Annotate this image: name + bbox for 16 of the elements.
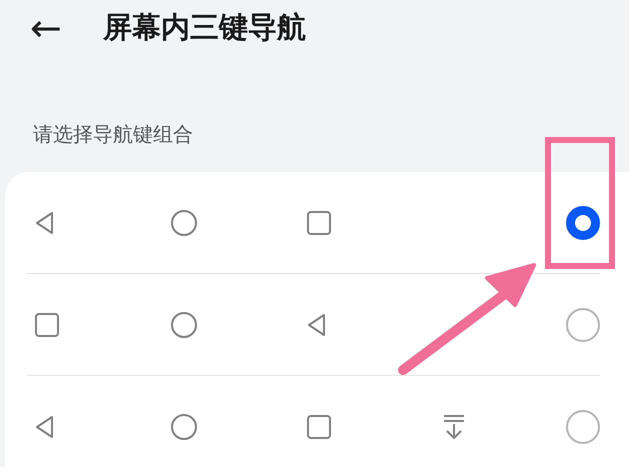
radio-button[interactable] — [566, 410, 600, 444]
home-key-icon — [170, 209, 198, 237]
hide-key-icon — [442, 414, 466, 440]
recent-key-icon — [34, 312, 60, 338]
back-button[interactable]: ← — [30, 9, 103, 47]
section-label: 请选择导航键组合 — [33, 121, 194, 147]
back-key-icon — [34, 414, 56, 440]
back-key-icon — [34, 210, 56, 236]
recent-key-icon — [306, 414, 332, 440]
back-key-icon — [306, 312, 328, 338]
home-key-icon — [170, 311, 198, 339]
home-key-icon — [170, 413, 198, 441]
radio-button[interactable] — [566, 206, 600, 240]
screen-title: 屏幕内三键导航 — [103, 9, 306, 46]
radio-button[interactable] — [566, 308, 600, 342]
recent-key-icon — [306, 210, 332, 236]
